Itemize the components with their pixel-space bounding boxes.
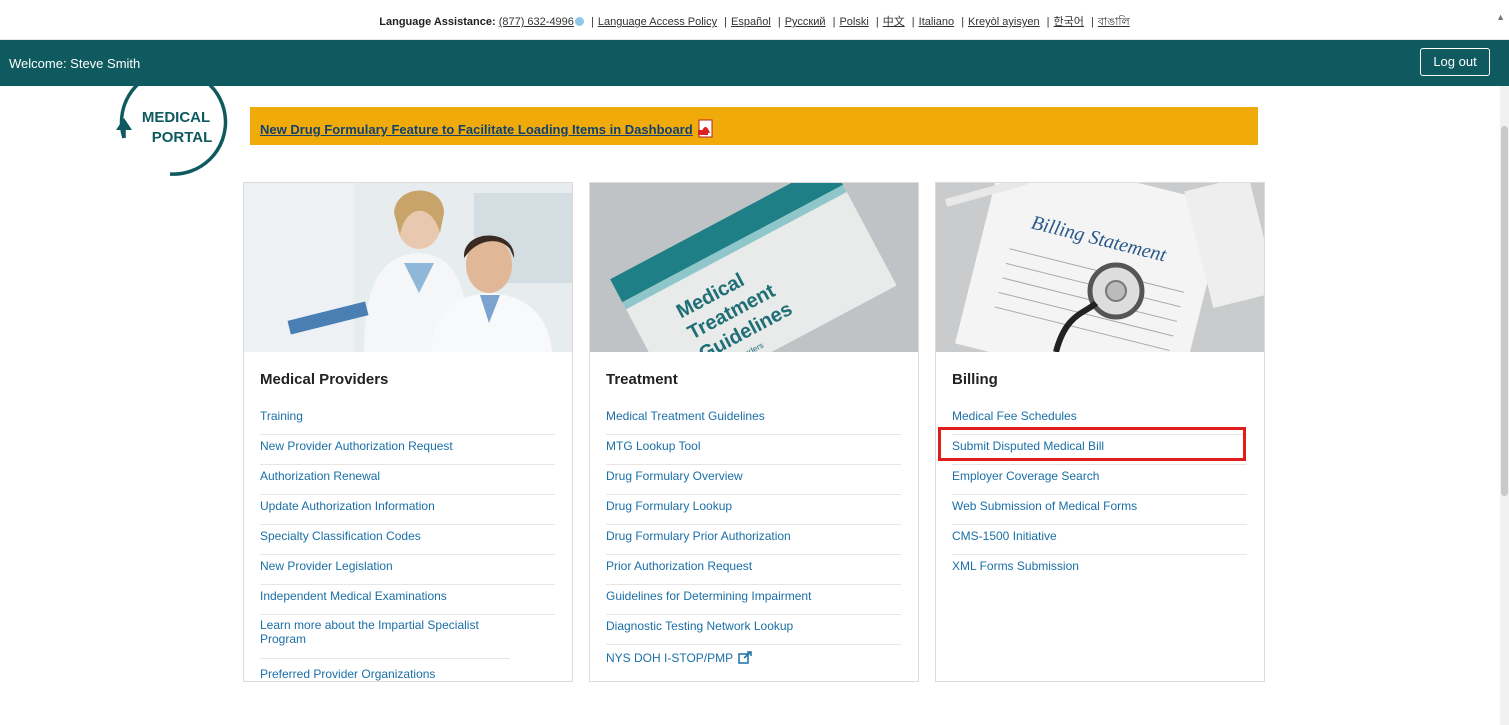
link-nys-doh-istop-pmp[interactable]: NYS DOH I-STOP/PMP bbox=[606, 651, 733, 665]
link-independent-medical-examinations[interactable]: Independent Medical Examinations bbox=[260, 589, 447, 603]
list-item[interactable]: Training bbox=[260, 405, 555, 435]
link-guidelines-determining-impairment[interactable]: Guidelines for Determining Impairment bbox=[606, 589, 811, 603]
list-item[interactable]: Independent Medical Examinations bbox=[260, 585, 555, 615]
language-links: Language Assistance: (877) 632-4996 | Lan… bbox=[379, 16, 1130, 28]
list-item[interactable]: CMS-1500 Initiative bbox=[952, 525, 1247, 555]
language-access-policy-link[interactable]: Language Access Policy bbox=[598, 16, 717, 28]
lang-link-russian[interactable]: Русский bbox=[785, 16, 826, 28]
medical-portal-logo[interactable]: MEDICAL PORTAL bbox=[110, 68, 230, 180]
lang-link-polish[interactable]: Polski bbox=[839, 16, 868, 28]
card-title-medical-providers: Medical Providers bbox=[260, 371, 389, 388]
list-item[interactable]: Learn more about the Impartial Specialis… bbox=[260, 615, 510, 659]
list-item[interactable]: Employer Coverage Search bbox=[952, 465, 1247, 495]
link-web-submission-medical-forms[interactable]: Web Submission of Medical Forms bbox=[952, 499, 1137, 513]
list-item[interactable]: Medical Fee Schedules bbox=[952, 405, 1247, 435]
link-new-provider-legislation[interactable]: New Provider Legislation bbox=[260, 559, 393, 573]
banner-link[interactable]: New Drug Formulary Feature to Facilitate… bbox=[260, 119, 715, 138]
list-item[interactable]: Update Authorization Information bbox=[260, 495, 555, 525]
link-drug-formulary-prior-authorization[interactable]: Drug Formulary Prior Authorization bbox=[606, 529, 791, 543]
link-new-provider-authorization-request[interactable]: New Provider Authorization Request bbox=[260, 439, 453, 453]
list-item[interactable]: Web Submission of Medical Forms bbox=[952, 495, 1247, 525]
link-impartial-specialist-program[interactable]: Learn more about the Impartial Specialis… bbox=[260, 618, 479, 646]
list-item[interactable]: Diagnostic Testing Network Lookup bbox=[606, 615, 901, 645]
banner-link-text: New Drug Formulary Feature to Facilitate… bbox=[260, 122, 693, 137]
billing-links: Medical Fee Schedules Submit Disputed Me… bbox=[952, 405, 1247, 585]
link-training[interactable]: Training bbox=[260, 409, 303, 423]
lang-link-espanol[interactable]: Español bbox=[731, 16, 771, 28]
link-medical-fee-schedules[interactable]: Medical Fee Schedules bbox=[952, 409, 1077, 423]
list-item[interactable]: New Provider Authorization Request bbox=[260, 435, 555, 465]
link-cms-1500-initiative[interactable]: CMS-1500 Initiative bbox=[952, 529, 1057, 543]
lang-link-bengali[interactable]: বাঙালি bbox=[1098, 16, 1130, 28]
card-title-treatment: Treatment bbox=[606, 371, 678, 388]
link-drug-formulary-overview[interactable]: Drug Formulary Overview bbox=[606, 469, 743, 483]
lang-link-korean[interactable]: 한국어 bbox=[1054, 16, 1084, 28]
link-preferred-provider-organizations[interactable]: Preferred Provider Organizations bbox=[260, 667, 435, 681]
list-item[interactable]: MTG Lookup Tool bbox=[606, 435, 901, 465]
language-phone-link[interactable]: (877) 632-4996 bbox=[499, 16, 574, 28]
list-item[interactable]: Specialty Classification Codes bbox=[260, 525, 555, 555]
list-item[interactable]: Preferred Provider Organizations bbox=[260, 659, 555, 689]
announcement-banner: New Drug Formulary Feature to Facilitate… bbox=[250, 107, 1258, 145]
logo-text-medical: MEDICAL bbox=[142, 109, 210, 126]
list-item[interactable]: Authorization Renewal bbox=[260, 465, 555, 495]
card-title-billing: Billing bbox=[952, 371, 998, 388]
language-assistance-label: Language Assistance: bbox=[379, 16, 496, 28]
list-item[interactable]: Submit Disputed Medical Bill bbox=[952, 435, 1247, 465]
list-item[interactable]: NYS DOH I-STOP/PMP bbox=[606, 645, 901, 675]
list-item[interactable]: New Provider Legislation bbox=[260, 555, 555, 585]
list-item[interactable]: Medical Treatment Guidelines bbox=[606, 405, 901, 435]
lang-link-haitian-creole[interactable]: Kreyòl ayisyen bbox=[968, 16, 1040, 28]
link-drug-formulary-lookup[interactable]: Drug Formulary Lookup bbox=[606, 499, 732, 513]
external-link-icon bbox=[738, 651, 752, 664]
link-employer-coverage-search[interactable]: Employer Coverage Search bbox=[952, 469, 1099, 483]
link-medical-treatment-guidelines[interactable]: Medical Treatment Guidelines bbox=[606, 409, 765, 423]
scrollbar-thumb[interactable] bbox=[1501, 126, 1508, 496]
card-billing: Billing Statement Billing Medical Fee Sc… bbox=[935, 182, 1265, 682]
link-diagnostic-testing-network-lookup[interactable]: Diagnostic Testing Network Lookup bbox=[606, 619, 793, 633]
logout-button[interactable]: Log out bbox=[1420, 48, 1490, 76]
chevron-up-icon[interactable]: ▲ bbox=[1496, 12, 1505, 22]
doctors-photo bbox=[244, 183, 572, 352]
card-medical-providers: Medical Providers Training New Provider … bbox=[243, 182, 573, 682]
link-mtg-lookup-tool[interactable]: MTG Lookup Tool bbox=[606, 439, 701, 453]
list-item[interactable]: Guidelines for Determining Impairment bbox=[606, 585, 901, 615]
list-item[interactable]: XML Forms Submission bbox=[952, 555, 1247, 585]
card-treatment: Medical Treatment Guidelines Elbow Disor… bbox=[589, 182, 919, 682]
link-specialty-classification-codes[interactable]: Specialty Classification Codes bbox=[260, 529, 421, 543]
treatment-links: Medical Treatment Guidelines MTG Lookup … bbox=[606, 405, 901, 675]
list-item[interactable]: Drug Formulary Prior Authorization bbox=[606, 525, 901, 555]
guidelines-book-photo: Medical Treatment Guidelines Elbow Disor… bbox=[590, 183, 918, 352]
link-submit-disputed-medical-bill[interactable]: Submit Disputed Medical Bill bbox=[952, 439, 1104, 453]
logo-text-portal: PORTAL bbox=[152, 129, 213, 146]
link-authorization-renewal[interactable]: Authorization Renewal bbox=[260, 469, 380, 483]
list-item[interactable]: Drug Formulary Lookup bbox=[606, 495, 901, 525]
list-item[interactable]: Drug Formulary Overview bbox=[606, 465, 901, 495]
link-xml-forms-submission[interactable]: XML Forms Submission bbox=[952, 559, 1079, 573]
list-item[interactable]: Prior Authorization Request bbox=[606, 555, 901, 585]
billing-statement-photo: Billing Statement bbox=[936, 183, 1264, 352]
lang-link-chinese[interactable]: 中文 bbox=[883, 16, 905, 28]
language-assistance-bar: Language Assistance: (877) 632-4996 | Lan… bbox=[0, 0, 1509, 40]
medical-providers-links: Training New Provider Authorization Requ… bbox=[260, 405, 555, 689]
lang-link-italian[interactable]: Italiano bbox=[919, 16, 954, 28]
phone-icon bbox=[574, 17, 584, 26]
link-update-authorization-information[interactable]: Update Authorization Information bbox=[260, 499, 435, 513]
pdf-icon bbox=[697, 119, 713, 138]
link-prior-authorization-request[interactable]: Prior Authorization Request bbox=[606, 559, 752, 573]
